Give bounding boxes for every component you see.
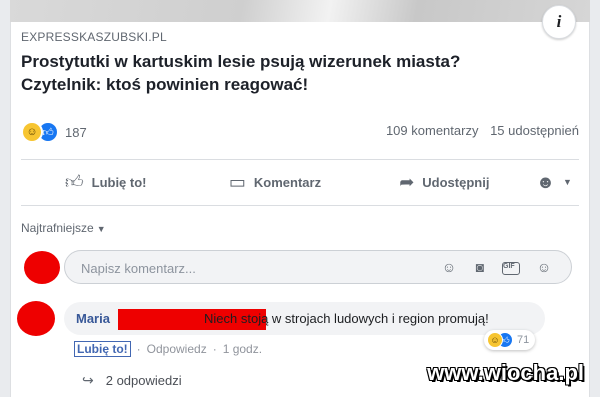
- caret-down-icon: ▼: [563, 177, 572, 187]
- comment-composer: ☺ ◙ GIF ☺: [64, 250, 572, 285]
- replies-label: 2 odpowiedzi: [105, 373, 182, 388]
- sticker-icon[interactable]: ☺: [535, 259, 553, 275]
- comments-count-link[interactable]: 109 komentarzy: [386, 123, 479, 138]
- comment-button[interactable]: ▭ Komentarz: [190, 172, 359, 193]
- reactions-summary[interactable]: ☺ 👍︎ 187: [21, 121, 87, 143]
- comment-bubble: Maria Niech stoją w strojach ludowych i …: [64, 302, 545, 335]
- thumbs-up-icon: 👍︎: [64, 172, 84, 192]
- comment-meta: Lubię to! · Odpowiedz · 1 godz.: [74, 341, 262, 357]
- comment-like-link[interactable]: Lubię to!: [74, 341, 131, 357]
- link-preview-image[interactable]: [10, 0, 590, 22]
- comment-reactions-badge[interactable]: ☺ 👍︎ 71: [484, 330, 536, 350]
- post-stats: ☺ 👍︎ 187 109 komentarzy 15 udostępnień: [21, 121, 579, 143]
- gif-icon[interactable]: GIF: [502, 259, 520, 275]
- link-domain[interactable]: EXPRESSKASZUBSKI.PL: [21, 30, 167, 44]
- comment-bubble-icon: ▭: [228, 171, 246, 192]
- camera-icon[interactable]: ◙: [471, 259, 489, 275]
- share-arrow-icon: ➦: [399, 171, 415, 192]
- haha-reaction-icon: ☺: [21, 121, 43, 143]
- profile-selector-icon: ☻: [536, 171, 555, 192]
- shares-count-link[interactable]: 15 udostępnień: [490, 123, 579, 138]
- page-frame-left: [0, 0, 11, 397]
- post-actions: 👍︎ Lubię to! ▭ Komentarz ➦ Udostępnij ☻ …: [21, 164, 579, 200]
- comment-button-label: Komentarz: [253, 174, 322, 190]
- comment-reaction-count: 71: [517, 334, 530, 346]
- comment-timestamp[interactable]: 1 godz.: [223, 342, 262, 356]
- view-replies-link[interactable]: ↪ 2 odpowiedzi: [82, 372, 182, 389]
- avatar[interactable]: [17, 301, 55, 336]
- comment-author[interactable]: Maria: [76, 302, 110, 335]
- comment-input[interactable]: [79, 251, 423, 285]
- comment-text: Niech stoją w strojach ludowych i region…: [204, 311, 489, 326]
- divider: [21, 205, 579, 206]
- watermark: www.wiocha.pl: [427, 360, 584, 385]
- reaction-count: 187: [65, 124, 87, 140]
- link-headline[interactable]: Prostytutki w kartuskim lesie psują wize…: [21, 50, 541, 96]
- avatar[interactable]: [24, 251, 60, 284]
- reply-arrow-icon: ↪: [82, 372, 94, 388]
- sort-label: Najtrafniejsze: [21, 221, 94, 235]
- like-button-label: Lubię to!: [91, 174, 147, 190]
- info-icon[interactable]: i: [542, 5, 576, 39]
- share-button-label: Udostępnij: [422, 174, 490, 190]
- page-frame-right: [589, 0, 600, 397]
- share-button[interactable]: ➦ Udostępnij: [360, 172, 529, 193]
- comment-sort-selector[interactable]: Najtrafniejsze ▼: [21, 221, 106, 235]
- profile-selector-button[interactable]: ☻ ▼: [529, 172, 579, 193]
- caret-down-icon: ▼: [96, 224, 106, 234]
- emoji-icon[interactable]: ☺: [440, 259, 458, 275]
- comment-reply-link[interactable]: Odpowiedz: [147, 342, 207, 356]
- haha-reaction-icon: ☺: [487, 332, 503, 348]
- like-button[interactable]: 👍︎ Lubię to!: [21, 171, 190, 193]
- divider: [21, 159, 579, 160]
